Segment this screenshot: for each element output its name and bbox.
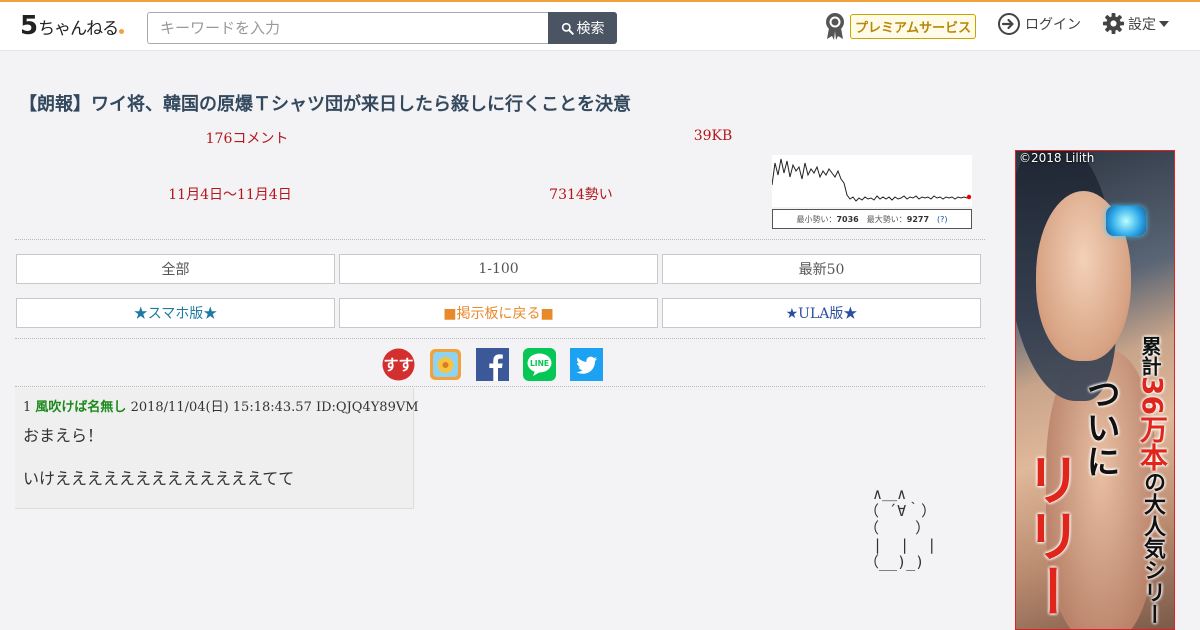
premium-service-label: プレミアムサービス <box>850 13 977 39</box>
post-user-id[interactable]: ID:QJQ4Y89VM <box>316 400 419 415</box>
momentum-graph[interactable]: 最小勢い：7036 最大勢い：9277 (?) <box>772 155 972 229</box>
ad-copyright: ©2018 Lilith <box>1019 151 1095 165</box>
share-app-button[interactable] <box>429 348 462 381</box>
settings-label: 設定 <box>1128 16 1156 33</box>
chevron-down-icon <box>1159 20 1169 27</box>
login-label: ログイン <box>1025 17 1081 33</box>
nav-1-100-button[interactable]: 1-100 <box>339 254 658 284</box>
graph-current-point <box>966 194 972 200</box>
thread-size: 39KB <box>693 128 733 144</box>
svg-text:LINE: LINE <box>530 359 549 368</box>
share-line-button[interactable]: LINE <box>523 348 556 381</box>
logo-dot <box>119 29 125 34</box>
ad-text-count: 36万本 <box>1136 376 1169 471</box>
login-icon <box>998 13 1020 35</box>
logo-text: ちゃんねる <box>38 19 119 39</box>
smartphone-version-button[interactable]: ★スマホ版★ <box>16 298 335 328</box>
search-button[interactable]: 検索 <box>548 12 617 44</box>
ula-version-button[interactable]: ★ULA版★ <box>662 298 981 328</box>
search-icon <box>561 22 574 35</box>
award-badge-icon <box>826 13 844 40</box>
comment-count: 176コメント <box>205 131 289 147</box>
ad-text-cumulative: 累計 <box>1138 336 1162 376</box>
post-number[interactable]: 1 <box>23 400 31 415</box>
post-body: おまえら！ いけえええええええええええええてて <box>23 425 294 511</box>
logo-number: 5 <box>20 11 39 41</box>
nav-all-button[interactable]: 全部 <box>16 254 335 284</box>
sumaho-icon: すす <box>382 348 415 381</box>
post-author-name: 風吹けば名無し <box>35 400 127 415</box>
search-input[interactable] <box>147 12 549 44</box>
post-line: おまえら！ <box>23 426 104 445</box>
share-twitter-button[interactable] <box>570 348 603 381</box>
site-logo[interactable]: 5 ちゃんねる <box>20 11 125 41</box>
line-icon: LINE <box>523 348 556 381</box>
graph-max-label: 最大勢い： <box>866 214 907 224</box>
post: 1 風吹けば名無し 2018/11/04(日) 15:18:43.57 ID:Q… <box>15 388 419 511</box>
graph-min-label: 最小勢い： <box>796 214 837 224</box>
settings-menu[interactable]: 設定 <box>1102 12 1169 35</box>
search-button-label: 検索 <box>576 21 605 37</box>
premium-service-link[interactable]: プレミアムサービス <box>824 11 977 41</box>
share-facebook-button[interactable] <box>476 348 509 381</box>
back-to-board-button[interactable]: ■掲示板に戻る■ <box>339 298 658 328</box>
twitter-icon <box>570 348 603 381</box>
post-datetime: 2018/11/04(日) 15:18:43.57 <box>130 400 312 415</box>
site-header: 5 ちゃんねる 検索 プレミアムサービス ログイン 設定 <box>0 0 1200 51</box>
login-link[interactable]: ログイン <box>997 12 1081 36</box>
ad-text-release: リリー <box>1016 451 1081 619</box>
post-header: 1 風吹けば名無し 2018/11/04(日) 15:18:43.57 ID:Q… <box>23 396 419 415</box>
graph-help-link[interactable]: (?) <box>937 215 948 224</box>
app-icon <box>430 349 461 380</box>
graph-min-value: 7036 <box>836 214 859 224</box>
nav-latest50-button[interactable]: 最新50 <box>662 254 981 284</box>
advertisement-banner[interactable]: ©2018 Lilith 累計 36万本 の大人気シリー ついに リリー <box>1015 150 1175 630</box>
facebook-icon <box>476 348 509 381</box>
graph-stats: 最小勢い：7036 最大勢い：9277 (?) <box>772 209 972 229</box>
ad-text-finally: ついに <box>1080 376 1120 478</box>
post-line: いけえええええええええええええてて <box>23 469 295 488</box>
date-range: 11月4日〜11月4日 <box>168 187 292 203</box>
momentum-sparkline <box>772 155 972 207</box>
ad-text-series: の大人気シリー <box>1140 471 1165 625</box>
gear-icon <box>1102 12 1125 35</box>
divider <box>15 239 985 240</box>
divider <box>15 386 985 387</box>
share-sumaho-button[interactable]: すす <box>382 348 415 381</box>
graph-max-value: 9277 <box>906 214 930 224</box>
thread-title: 【朗報】ワイ将、韓国の原爆Ｔシャツ団が来日したら殺しに行くことを決意 <box>19 94 631 115</box>
svg-text:すす: すす <box>383 356 413 374</box>
ascii-art-cat: ∧＿∧ （ ´∀｀） （ ） | | | （__)_) <box>864 485 937 571</box>
ad-art-visor <box>1106 206 1146 236</box>
momentum: 7314勢い <box>549 187 613 203</box>
divider <box>15 338 985 339</box>
